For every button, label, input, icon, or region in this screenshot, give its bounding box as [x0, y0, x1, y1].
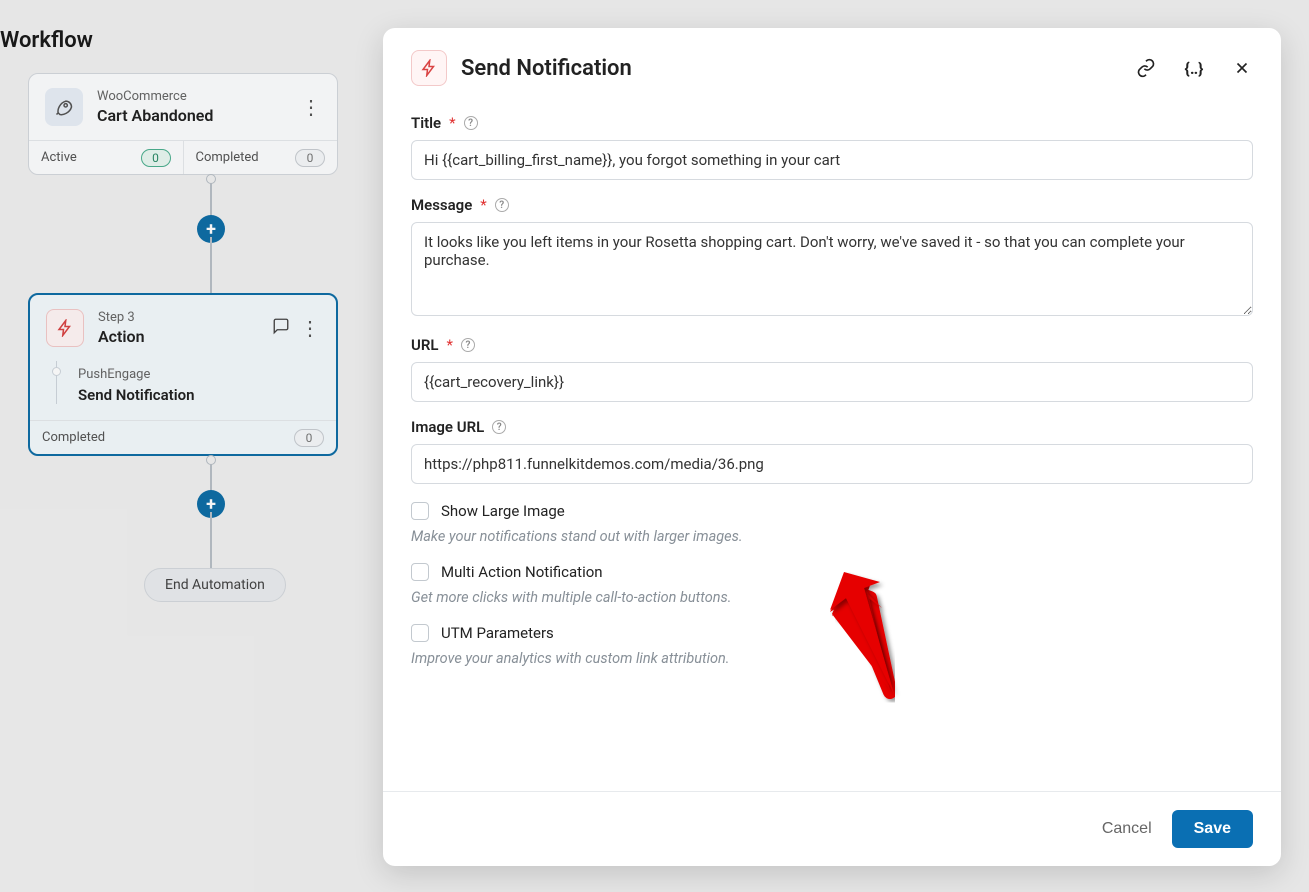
- utm-desc: Improve your analytics with custom link …: [411, 650, 1253, 667]
- image-url-label: Image URL?: [411, 418, 1253, 436]
- large-image-label: Show Large Image: [441, 502, 565, 520]
- link-icon[interactable]: [1135, 57, 1157, 79]
- merge-tag-icon[interactable]: {‥}: [1183, 57, 1205, 79]
- utm-label: UTM Parameters: [441, 624, 554, 642]
- title-input[interactable]: [411, 140, 1253, 180]
- message-input[interactable]: [411, 222, 1253, 316]
- url-label: URL*?: [411, 336, 1253, 354]
- help-icon[interactable]: ?: [461, 338, 475, 352]
- multi-action-checkbox[interactable]: [411, 563, 429, 581]
- multi-action-label: Multi Action Notification: [441, 563, 603, 581]
- send-notification-modal: Send Notification {‥} Title*? Message*? …: [383, 28, 1281, 866]
- lightning-icon: [411, 50, 447, 86]
- url-input[interactable]: [411, 362, 1253, 402]
- large-image-checkbox[interactable]: [411, 502, 429, 520]
- title-label: Title*?: [411, 114, 1253, 132]
- cancel-button[interactable]: Cancel: [1102, 820, 1152, 838]
- message-label: Message*?: [411, 196, 1253, 214]
- image-url-input[interactable]: [411, 444, 1253, 484]
- utm-checkbox[interactable]: [411, 624, 429, 642]
- save-button[interactable]: Save: [1172, 810, 1253, 848]
- help-icon[interactable]: ?: [464, 116, 478, 130]
- multi-action-desc: Get more clicks with multiple call-to-ac…: [411, 589, 1253, 606]
- close-icon[interactable]: [1231, 57, 1253, 79]
- help-icon[interactable]: ?: [495, 198, 509, 212]
- help-icon[interactable]: ?: [492, 420, 506, 434]
- modal-title: Send Notification: [461, 56, 632, 81]
- large-image-desc: Make your notifications stand out with l…: [411, 528, 1253, 545]
